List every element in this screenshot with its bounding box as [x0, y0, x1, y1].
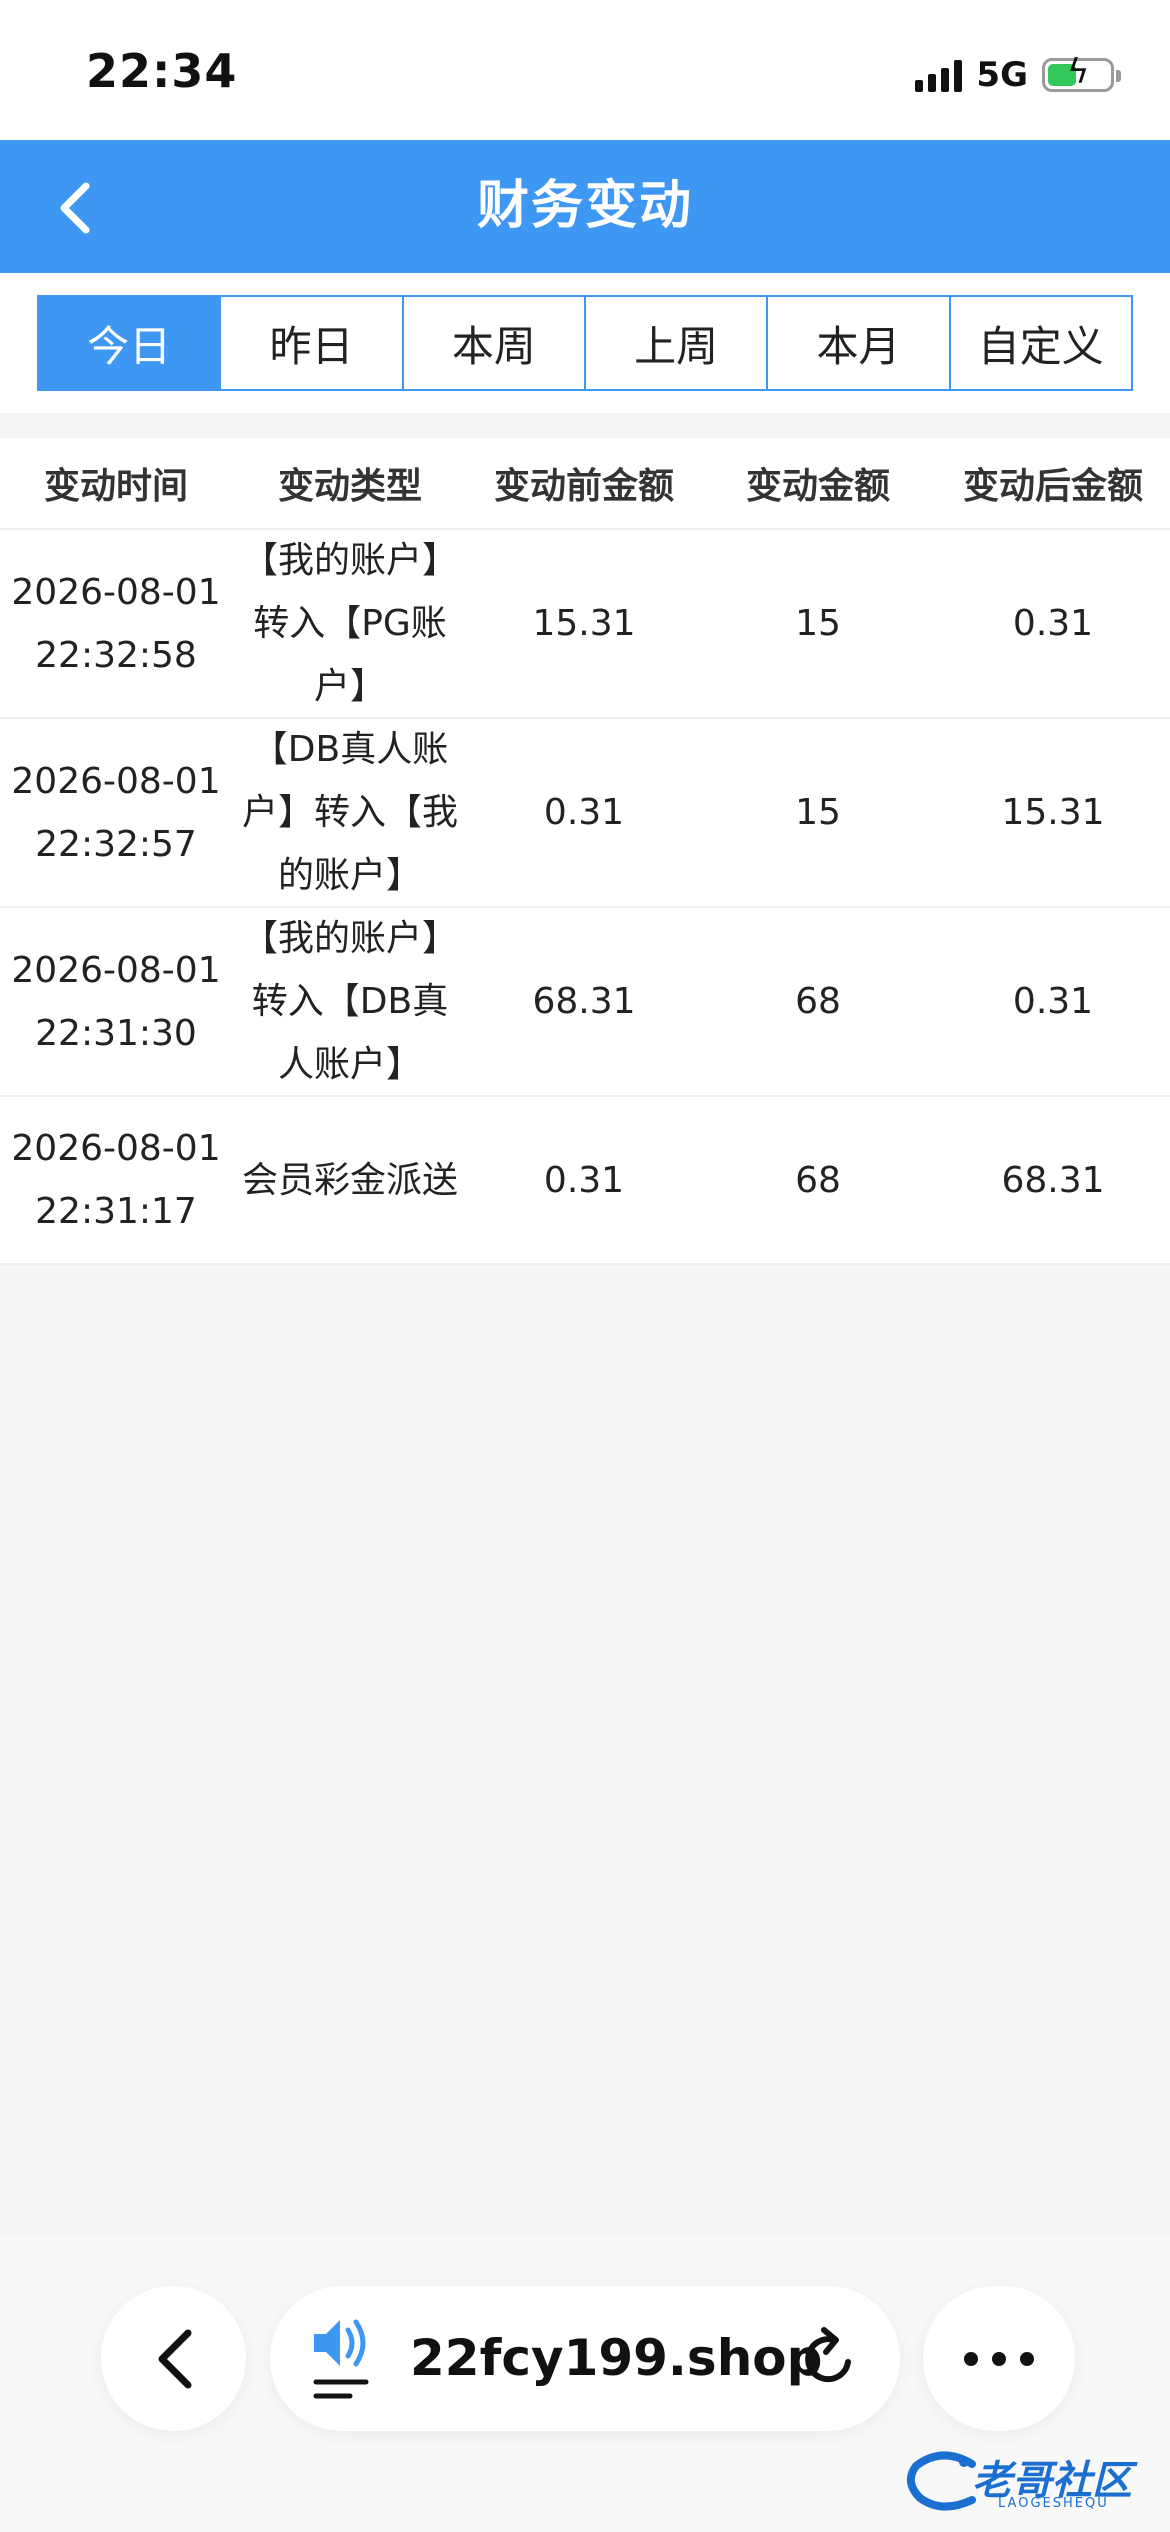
cell-time: 2026-08-01 22:31:17	[0, 1117, 232, 1243]
tab-custom[interactable]: 自定义	[948, 297, 1131, 389]
battery-cap	[1116, 70, 1121, 82]
cell-type: 【DB真人账户】转入【我的账户】	[241, 729, 458, 896]
battery-icon: ϟ	[1042, 52, 1121, 92]
cell-clock: 22:32:58	[35, 634, 197, 676]
back-button[interactable]	[36, 168, 116, 248]
reload-icon[interactable]	[796, 2326, 862, 2392]
page-title: 财务变动	[476, 176, 693, 236]
cell-amount: 15	[795, 603, 841, 644]
tab-today[interactable]: 今日	[39, 297, 220, 389]
status-bar: 22:34 5G ϟ	[0, 0, 1170, 140]
cell-clock: 22:31:30	[35, 1012, 197, 1054]
cell-clock: 22:31:17	[35, 1191, 197, 1232]
browser-back-button[interactable]	[101, 2286, 246, 2431]
cell-clock: 22:32:57	[35, 823, 197, 865]
status-time: 22:34	[86, 44, 238, 98]
more-dot	[1020, 2351, 1034, 2366]
address-bar[interactable]: 22fcy199.shop	[270, 2286, 900, 2431]
cell-after: 15.31	[1001, 792, 1105, 833]
column-header-after: 变动后金额	[962, 466, 1143, 507]
more-dot	[992, 2351, 1006, 2366]
cell-amount: 15	[795, 792, 841, 833]
speaker-icon[interactable]	[310, 2314, 380, 2404]
cell-type: 【我的账户】转入【PG账户】	[241, 540, 458, 707]
tab-this-month[interactable]: 本月	[766, 297, 948, 389]
status-indicators: 5G ϟ	[915, 50, 1121, 100]
network-label: 5G	[976, 55, 1028, 95]
cell-date: 2026-08-01	[11, 1128, 221, 1169]
cell-type: 【我的账户】转入【DB真人账户】	[241, 918, 458, 1085]
column-header-amount: 变动金额	[745, 466, 890, 507]
column-header-before: 变动前金额	[493, 466, 674, 507]
more-button[interactable]	[923, 2286, 1075, 2431]
watermark-logo: 老哥社区 LAOGESHEQU	[902, 2442, 1152, 2522]
cell-date: 2026-08-01	[11, 571, 221, 613]
cell-before: 68.31	[532, 981, 636, 1022]
table-row: 2026-08-01 22:32:57 【DB真人账户】转入【我的账户】 0.3…	[0, 719, 1170, 908]
cell-after: 0.31	[1012, 603, 1094, 644]
browser-toolbar: 22fcy199.shop 老哥社区 LAOGESHEQU	[0, 2236, 1170, 2532]
column-header-time: 变动时间	[43, 466, 188, 507]
table-row: 2026-08-01 22:32:58 【我的账户】转入【PG账户】 15.31…	[0, 530, 1170, 719]
table-row: 2026-08-01 22:31:30 【我的账户】转入【DB真人账户】 68.…	[0, 908, 1170, 1097]
cell-time: 2026-08-01 22:32:57	[0, 750, 232, 876]
cell-type: 会员彩金派送	[241, 1159, 458, 1201]
cell-before: 0.31	[543, 1159, 625, 1201]
cell-date: 2026-08-01	[11, 949, 221, 991]
cell-after: 68.31	[1001, 1159, 1105, 1201]
date-filter-bar: 今日 昨日 本周 上周 本月 自定义	[0, 273, 1170, 413]
table-header: 变动时间 变动类型 变动前金额 变动金额 变动后金额	[0, 438, 1170, 530]
signal-icon	[915, 58, 963, 92]
dragon-logo-icon	[906, 2451, 976, 2511]
cell-amount: 68	[795, 981, 841, 1022]
table-row: 2026-08-01 22:31:17 会员彩金派送 0.31 68 68.31	[0, 1097, 1170, 1265]
cell-amount: 68	[795, 1159, 841, 1201]
cell-before: 15.31	[532, 603, 636, 644]
tab-yesterday[interactable]: 昨日	[219, 297, 401, 389]
url-text: 22fcy199.shop	[410, 2329, 823, 2387]
chevron-left-icon	[158, 2329, 191, 2388]
more-dot	[964, 2351, 978, 2366]
cell-after: 0.31	[1012, 981, 1094, 1022]
tab-last-week[interactable]: 上周	[583, 297, 766, 389]
cell-time: 2026-08-01 22:32:58	[0, 561, 232, 687]
finance-table: 变动时间 变动类型 变动前金额 变动金额 变动后金额 2026-08-01 22…	[0, 438, 1170, 1265]
date-filter-tabs: 今日 昨日 本周 上周 本月 自定义	[37, 295, 1133, 391]
page-header: 财务变动	[0, 140, 1170, 273]
watermark-subtext: LAOGESHEQU	[998, 2496, 1109, 2511]
chevron-left-icon	[60, 182, 90, 234]
column-header-type: 变动类型	[277, 466, 422, 507]
cell-before: 0.31	[543, 792, 625, 833]
tab-this-week[interactable]: 本周	[401, 297, 584, 389]
charging-bolt-icon: ϟ	[1067, 52, 1090, 92]
cell-date: 2026-08-01	[11, 760, 221, 802]
cell-time: 2026-08-01 22:31:30	[0, 939, 232, 1065]
